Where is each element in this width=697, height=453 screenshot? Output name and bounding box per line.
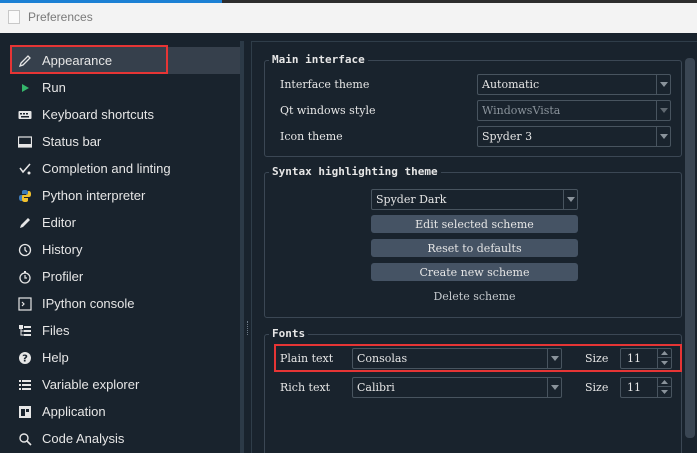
keyboard-icon [16, 106, 34, 124]
sidebar-item-files[interactable]: Files [10, 317, 240, 344]
play-icon [16, 79, 34, 97]
sidebar-item-profiler[interactable]: Profiler [10, 263, 240, 290]
syntax-scheme-select[interactable]: Spyder Dark [371, 189, 578, 210]
edit-icon [16, 214, 34, 232]
sidebar-item-status-bar[interactable]: Status bar [10, 128, 240, 155]
sidebar-item-label: Editor [42, 215, 76, 230]
qt-style-label: Qt windows style [280, 104, 376, 117]
magnifier-icon [16, 430, 34, 448]
sidebar-item-ipython-console[interactable]: IPython console [10, 290, 240, 317]
qt-style-select[interactable]: WindowsVista [477, 100, 671, 121]
python-icon [16, 187, 34, 205]
interface-theme-select[interactable]: Automatic [477, 74, 671, 95]
sidebar-item-variable-explorer[interactable]: Variable explorer [10, 371, 240, 398]
sidebar-item-label: Application [42, 404, 106, 419]
sidebar-item-completion-linting[interactable]: Completion and linting [10, 155, 240, 182]
help-icon: ? [16, 349, 34, 367]
edit-scheme-button[interactable]: Edit selected scheme [371, 215, 578, 233]
sidebar-item-editor[interactable]: Editor [10, 209, 240, 236]
chevron-down-icon [656, 75, 670, 94]
rich-size-label: Size [585, 381, 609, 394]
history-icon [16, 241, 34, 259]
sidebar-item-label: Profiler [42, 269, 84, 284]
fonts-title: Fonts [269, 327, 309, 340]
sidebar-item-code-analysis[interactable]: Code Analysis [10, 425, 240, 452]
syntax-theme-title: Syntax highlighting theme [269, 165, 441, 178]
sidebar-item-label: Completion and linting [42, 161, 171, 176]
sidebar-item-history[interactable]: History [10, 236, 240, 263]
chevron-down-icon [547, 378, 561, 397]
status-bar-icon [16, 133, 34, 151]
window-icon [8, 10, 20, 24]
rich-size-stepper[interactable] [657, 378, 671, 397]
create-scheme-button[interactable]: Create new scheme [371, 263, 578, 281]
chevron-down-icon [656, 127, 670, 146]
icon-theme-select[interactable]: Spyder 3 [477, 126, 671, 147]
reset-defaults-button[interactable]: Reset to defaults [371, 239, 578, 257]
syntax-scheme-value: Spyder Dark [376, 193, 447, 206]
rich-font-select[interactable]: Calibri [352, 377, 562, 398]
sidebar-item-keyboard-shortcuts[interactable]: Keyboard shortcuts [10, 101, 240, 128]
qt-style-value: WindowsVista [482, 104, 561, 117]
rich-font-value: Calibri [357, 381, 395, 394]
rich-size-value: 11 [627, 381, 641, 394]
plain-text-highlight-box [274, 344, 682, 372]
sidebar-item-help[interactable]: ? Help [10, 344, 240, 371]
completion-icon [16, 160, 34, 178]
sidebar-item-label: Code Analysis [42, 431, 125, 446]
title-accent-blue [0, 0, 222, 3]
main-interface-title: Main interface [269, 53, 368, 66]
pane-splitter[interactable] [244, 41, 251, 453]
sidebar-item-label: Help [42, 350, 69, 365]
application-icon [16, 403, 34, 421]
sidebar-item-label: Keyboard shortcuts [42, 107, 155, 122]
sidebar-item-run[interactable]: Run [10, 74, 240, 101]
sidebar-item-label: History [42, 242, 83, 257]
rich-size-spinbox[interactable]: 11 [620, 377, 672, 398]
sidebar-item-python-interpreter[interactable]: Python interpreter [10, 182, 240, 209]
sidebar-item-label: IPython console [42, 296, 135, 311]
stopwatch-icon [16, 268, 34, 286]
rich-text-label: Rich text [280, 381, 331, 394]
preferences-sidebar: Appearance Run Keyboard shortcuts Status… [0, 41, 242, 453]
delete-scheme-button[interactable]: Delete scheme [371, 287, 578, 305]
window-title: Preferences [28, 10, 93, 24]
title-bar: Preferences [0, 0, 697, 33]
page-scrollbar[interactable] [684, 48, 696, 453]
icon-theme-value: Spyder 3 [482, 130, 533, 143]
sidebar-item-label: Python interpreter [42, 188, 146, 203]
interface-theme-label: Interface theme [280, 78, 370, 91]
sidebar-item-label: Variable explorer [42, 377, 140, 392]
chevron-down-icon [656, 101, 670, 120]
chevron-down-icon[interactable] [658, 387, 671, 396]
title-accent [0, 0, 697, 3]
splitter-grip[interactable] [247, 321, 248, 335]
interface-theme-value: Automatic [482, 78, 540, 91]
sidebar-item-label: Run [42, 80, 66, 95]
files-icon [16, 322, 34, 340]
sidebar-item-label: Files [42, 323, 70, 338]
console-icon [16, 295, 34, 313]
page-scrollbar-thumb[interactable] [685, 58, 695, 438]
list-icon [16, 376, 34, 394]
chevron-down-icon [563, 190, 577, 209]
icon-theme-label: Icon theme [280, 130, 343, 143]
svg-text:?: ? [22, 353, 28, 364]
appearance-highlight-box [10, 45, 168, 74]
sidebar-item-application[interactable]: Application [10, 398, 240, 425]
sidebar-item-label: Status bar [42, 134, 102, 149]
chevron-up-icon[interactable] [658, 378, 671, 387]
